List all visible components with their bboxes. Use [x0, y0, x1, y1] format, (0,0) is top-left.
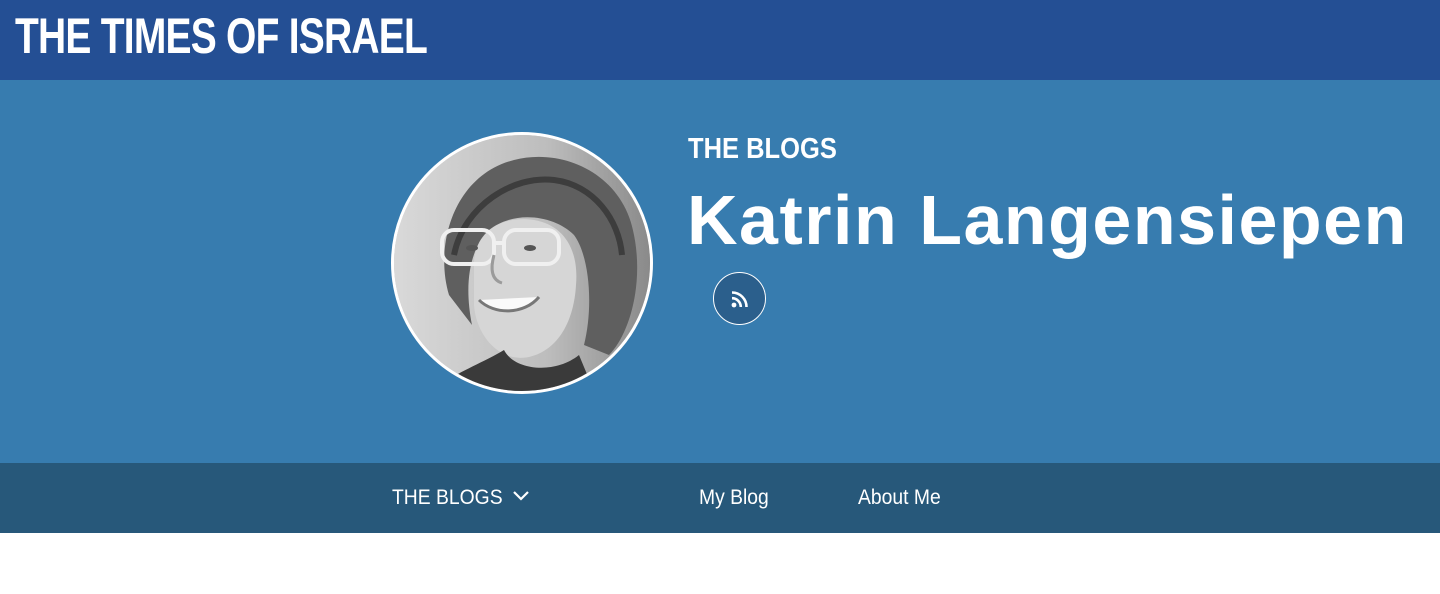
rss-button[interactable]: [713, 272, 766, 325]
nav-about-me-label: About Me: [858, 486, 941, 509]
author-photo: [394, 135, 650, 391]
blog-nav: THE BLOGS My Blog About Me: [0, 463, 1440, 533]
site-logo[interactable]: THE TIMES OF ISRAEL: [15, 6, 428, 66]
nav-about-me[interactable]: About Me: [858, 463, 948, 533]
nav-the-blogs-label: THE BLOGS: [392, 486, 503, 509]
site-header: THE TIMES OF ISRAEL: [0, 0, 1440, 80]
chevron-down-icon: [513, 491, 529, 501]
nav-the-blogs[interactable]: THE BLOGS: [392, 463, 529, 533]
author-name: Katrin Langensiepen: [687, 181, 1408, 259]
nav-my-blog-label: My Blog: [699, 486, 769, 509]
rss-icon: [731, 290, 748, 307]
blogs-section-label: THE BLOGS: [688, 133, 837, 165]
author-hero: THE BLOGS Katrin Langensiepen: [0, 80, 1440, 463]
nav-my-blog[interactable]: My Blog: [699, 463, 775, 533]
author-avatar: [391, 132, 653, 394]
